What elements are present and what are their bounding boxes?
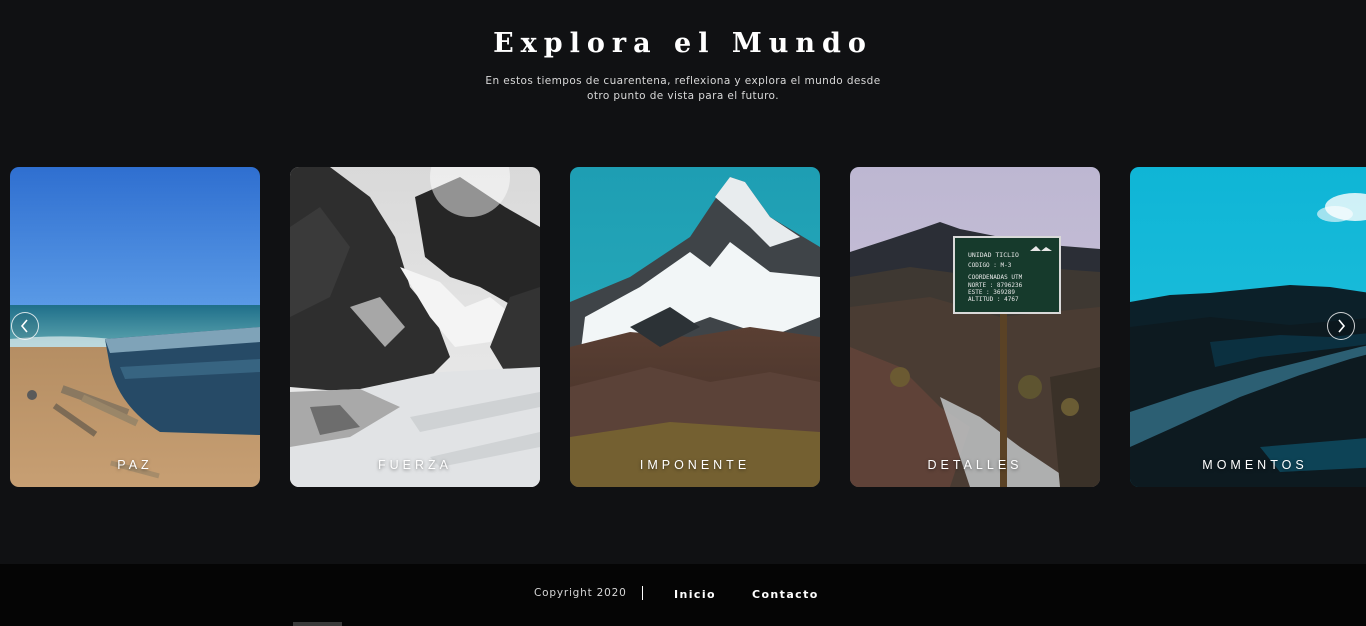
- carousel-prev-button[interactable]: [11, 312, 39, 340]
- footer-divider: [642, 586, 643, 600]
- ticlio-sign-photo: UNIDAD TICLIO CODIGO : M-3 COORDENADAS U…: [850, 167, 1100, 487]
- sign-line: CODIGO : M-3: [968, 262, 1012, 269]
- mountain-peak-photo: [570, 167, 820, 487]
- sign-line: ESTE : 369289: [968, 289, 1015, 296]
- sign-line: NORTE : 8796236: [968, 282, 1023, 289]
- card-label: PAZ: [117, 458, 153, 472]
- carousel-card-detalles[interactable]: UNIDAD TICLIO CODIGO : M-3 COORDENADAS U…: [850, 167, 1100, 487]
- horizontal-scrollbar-thumb[interactable]: [293, 622, 342, 626]
- chevron-right-icon: [1335, 319, 1347, 333]
- sign-line: ALTITUD : 4767: [968, 296, 1019, 303]
- copyright-text: Copyright 2020: [534, 587, 627, 599]
- card-label: FUERZA: [378, 458, 452, 472]
- footer-link-inicio[interactable]: Inicio: [674, 588, 716, 601]
- carousel-card-imponente[interactable]: IMPONENTE: [570, 167, 820, 487]
- snowy-rocks-photo: [290, 167, 540, 487]
- sign-line: UNIDAD TICLIO: [968, 251, 1019, 259]
- footer: Copyright 2020 Inicio Contacto: [0, 564, 1366, 626]
- image-carousel: PAZ FUERZA IMPONENTE UNIDAD TICLIO CODIG…: [0, 167, 1366, 487]
- sign-line: COORDENADAS UTM: [968, 274, 1023, 281]
- carousel-next-button[interactable]: [1327, 312, 1355, 340]
- card-label: DETALLES: [927, 458, 1023, 472]
- carousel-card-fuerza[interactable]: FUERZA: [290, 167, 540, 487]
- chevron-left-icon: [19, 319, 31, 333]
- card-label: MOMENTOS: [1202, 458, 1308, 472]
- page-subtitle: En estos tiempos de cuarentena, reflexio…: [485, 75, 881, 102]
- page: Explora el Mundo En estos tiempos de cua…: [0, 0, 1366, 626]
- beach-boat-photo: [10, 167, 260, 487]
- carousel-card-paz[interactable]: PAZ: [10, 167, 260, 487]
- footer-link-contacto[interactable]: Contacto: [752, 588, 819, 601]
- page-title: Explora el Mundo: [493, 28, 873, 59]
- card-label: IMPONENTE: [639, 458, 751, 472]
